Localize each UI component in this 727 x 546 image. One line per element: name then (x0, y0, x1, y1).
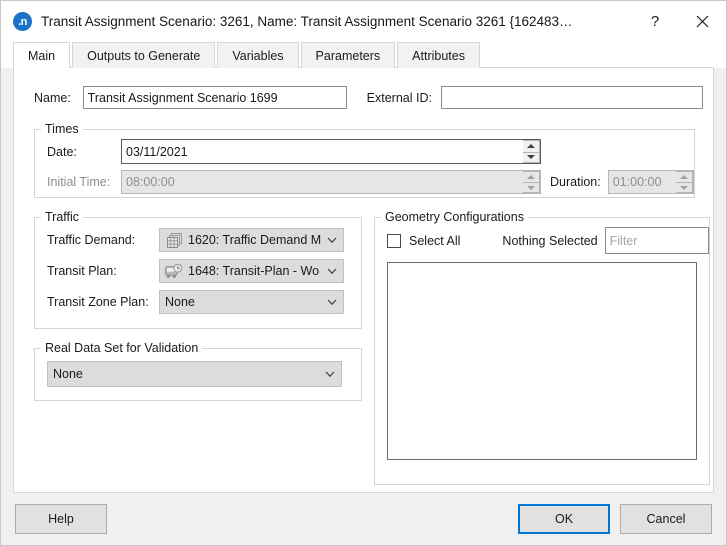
traffic-demand-combobox[interactable]: 1620: Traffic Demand M (159, 228, 344, 252)
real-data-set-group: Real Data Set for Validation None (34, 341, 362, 401)
chevron-down-icon (325, 299, 339, 306)
duration-input: 01:00:00 (607, 170, 694, 194)
transit-plan-value: 1648: Transit-Plan - Wo (188, 264, 320, 278)
initial-time-spinner (523, 171, 540, 193)
external-id-input[interactable] (440, 86, 703, 109)
help-titlebar-button[interactable]: ? (632, 1, 678, 42)
tab-parameters[interactable]: Parameters (300, 42, 396, 68)
matrix-stack-icon (165, 232, 183, 248)
select-all-checkbox[interactable] (387, 233, 401, 248)
arrow-down-icon (679, 185, 688, 190)
title-bar: .n Transit Assignment Scenario: 3261, Na… (1, 1, 726, 42)
real-data-set-combobox[interactable]: None (47, 361, 342, 387)
duration-spin-down-button (675, 182, 693, 193)
chevron-down-icon (323, 371, 337, 378)
arrow-up-icon (527, 144, 535, 149)
name-label: Name: (34, 90, 71, 105)
geometry-configurations-group: Geometry Configurations Select All Nothi… (374, 210, 710, 485)
right-column: Geometry Configurations Select All Nothi… (374, 210, 710, 485)
chevron-down-icon (325, 237, 339, 244)
date-input[interactable]: 03/11/2021 (121, 139, 541, 164)
traffic-demand-value: 1620: Traffic Demand M (188, 233, 322, 247)
bus-clock-icon (165, 263, 183, 279)
arrow-down-icon (527, 155, 535, 160)
external-id-label: External ID: (366, 90, 432, 105)
initial-time-spin-up-button (523, 171, 540, 182)
geometry-configurations-list[interactable] (387, 262, 697, 460)
transit-plan-label: Transit Plan: (47, 264, 117, 278)
date-spin-down-button[interactable] (523, 151, 540, 163)
geometry-filter-placeholder: Filter (609, 233, 638, 248)
close-window-button[interactable] (678, 1, 726, 42)
window-title: Transit Assignment Scenario: 3261, Name:… (41, 14, 573, 29)
initial-time-input: 08:00:00 (121, 170, 541, 194)
name-input[interactable]: Transit Assignment Scenario 1699 (82, 86, 347, 109)
times-legend: Times (45, 122, 79, 136)
ok-button[interactable]: OK (518, 504, 610, 534)
duration-label: Duration: (550, 175, 601, 189)
transit-zone-plan-combobox[interactable]: None (159, 290, 344, 314)
transit-zone-plan-row: Transit Zone Plan: None (47, 290, 361, 314)
date-value: 03/11/2021 (126, 144, 188, 159)
duration-spin-up-button (675, 171, 693, 182)
date-spinner[interactable] (523, 140, 540, 163)
tab-outputs-to-generate[interactable]: Outputs to Generate (72, 42, 216, 68)
chevron-down-icon (325, 268, 339, 275)
dialog-footer: Help OK Cancel (1, 493, 726, 545)
times-group: Times Date: 03/11/2021 Initial Time: 08:… (34, 122, 695, 198)
tab-main[interactable]: Main (13, 42, 71, 69)
geometry-configurations-legend: Geometry Configurations (385, 210, 524, 224)
tab-strip: Main Outputs to Generate Variables Param… (1, 42, 726, 69)
date-row: Date: 03/11/2021 (47, 139, 694, 164)
cancel-button[interactable]: Cancel (620, 504, 712, 534)
real-data-set-value: None (53, 367, 83, 381)
select-all-label: Select All (409, 233, 461, 248)
arrow-up-icon (679, 175, 688, 179)
selection-status-label: Nothing Selected (502, 233, 598, 248)
initial-time-row: Initial Time: 08:00:00 Duration: 01:00:0… (47, 170, 694, 194)
duration-value: 01:00:00 (612, 175, 662, 189)
left-column: Traffic Traffic Demand: 1620: Traffic De… (34, 210, 362, 401)
geometry-filter-input[interactable]: Filter (604, 227, 709, 254)
traffic-demand-row: Traffic Demand: 1620: Traffic Demand M (47, 228, 361, 252)
traffic-demand-label: Traffic Demand: (47, 233, 136, 247)
initial-time-value: 08:00:00 (126, 175, 175, 189)
name-row: Name: Transit Assignment Scenario 1699 E… (34, 86, 703, 109)
real-data-set-legend: Real Data Set for Validation (45, 341, 199, 355)
main-tab-panel: Name: Transit Assignment Scenario 1699 E… (13, 68, 714, 493)
transit-zone-plan-label: Transit Zone Plan: (47, 295, 149, 309)
help-button[interactable]: Help (15, 504, 107, 534)
traffic-legend: Traffic (45, 210, 80, 224)
close-icon (696, 15, 708, 28)
initial-time-label: Initial Time: (47, 175, 111, 189)
arrow-down-icon (527, 185, 535, 190)
tab-attributes[interactable]: Attributes (397, 42, 480, 68)
tab-variables[interactable]: Variables (217, 42, 299, 68)
arrow-up-icon (527, 175, 535, 179)
geometry-toolbar: Select All Nothing Selected Filter (387, 227, 709, 254)
initial-time-spin-down-button (523, 182, 540, 193)
transit-zone-plan-value: None (165, 295, 195, 309)
duration-spinner (675, 171, 693, 193)
date-spin-up-button[interactable] (523, 140, 540, 152)
transit-plan-row: Transit Plan: 1648: Transit-Plan - Wo (47, 259, 361, 283)
question-mark-icon: ? (650, 13, 660, 30)
main-columns: Traffic Traffic Demand: 1620: Traffic De… (34, 210, 710, 485)
transit-assignment-scenario-dialog: .n Transit Assignment Scenario: 3261, Na… (0, 0, 727, 546)
date-label: Date: (47, 144, 77, 159)
traffic-group: Traffic Traffic Demand: 1620: Traffic De… (34, 210, 362, 329)
transit-plan-combobox[interactable]: 1648: Transit-Plan - Wo (159, 259, 344, 283)
app-icon: .n (13, 12, 32, 31)
